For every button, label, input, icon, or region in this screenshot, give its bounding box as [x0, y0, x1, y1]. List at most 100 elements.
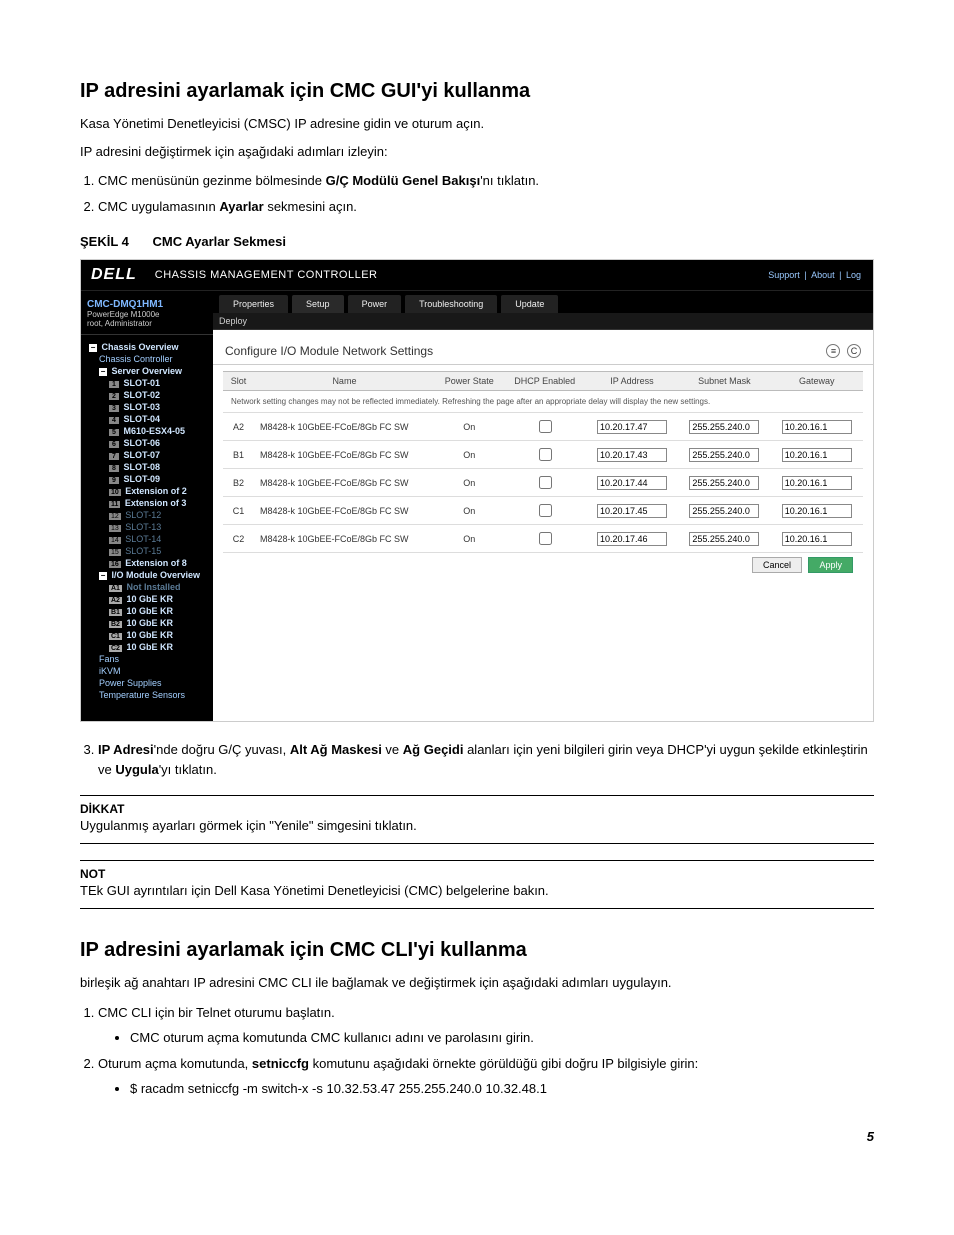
- tab-update[interactable]: Update: [501, 295, 558, 313]
- ip-input[interactable]: [597, 448, 667, 462]
- tree-io-B2[interactable]: B2 10 GbE KR: [85, 617, 213, 629]
- tree-slot-3[interactable]: 3 SLOT-03: [85, 401, 213, 413]
- tree-ikvm[interactable]: iKVM: [85, 665, 213, 677]
- tree-slot-6[interactable]: 6 SLOT-06: [85, 437, 213, 449]
- link-support[interactable]: Support: [768, 270, 800, 280]
- cli-intro: birleşik ağ anahtarı IP adresini CMC CLI…: [80, 974, 874, 992]
- mask-input[interactable]: [689, 448, 759, 462]
- dhcp-checkbox[interactable]: [539, 420, 552, 433]
- intro-p2: IP adresini değiştirmek için aşağıdaki a…: [80, 143, 874, 161]
- col-subnet-mask: Subnet Mask: [678, 372, 770, 391]
- cell-slot: B1: [223, 441, 254, 469]
- subtab-deploy[interactable]: Deploy: [219, 316, 247, 326]
- cell-name: M8428-k 10GbEE-FCoE/8Gb FC SW: [254, 525, 435, 553]
- tree-io-C2[interactable]: C2 10 GbE KR: [85, 641, 213, 653]
- tree-slot-16[interactable]: 16 Extension of 8: [85, 557, 213, 569]
- cell-name: M8428-k 10GbEE-FCoE/8Gb FC SW: [254, 441, 435, 469]
- gateway-input[interactable]: [782, 504, 852, 518]
- tree-io-B1[interactable]: B1 10 GbE KR: [85, 605, 213, 617]
- tab-properties[interactable]: Properties: [219, 295, 288, 313]
- tree-io-A2[interactable]: A2 10 GbE KR: [85, 593, 213, 605]
- cell-slot: C2: [223, 525, 254, 553]
- link-about[interactable]: About: [811, 270, 835, 280]
- dhcp-checkbox[interactable]: [539, 476, 552, 489]
- cli-steps: CMC CLI için bir Telnet oturumu başlatın…: [98, 1003, 874, 1099]
- mask-input[interactable]: [689, 420, 759, 434]
- tree-fans[interactable]: Fans: [85, 653, 213, 665]
- tree-slot-1[interactable]: 1 SLOT-01: [85, 377, 213, 389]
- dikkat-label: DİKKAT: [80, 802, 874, 816]
- link-log[interactable]: Log: [846, 270, 861, 280]
- sidebar: CMC-DMQ1HM1 PowerEdge M1000e root, Admin…: [81, 291, 213, 721]
- tab-troubleshooting[interactable]: Troubleshooting: [405, 295, 497, 313]
- cell-dhcp: [504, 413, 586, 441]
- mask-input[interactable]: [689, 532, 759, 546]
- tree-io-overview[interactable]: − I/O Module Overview: [85, 569, 213, 581]
- cli-cmd: $ racadm setniccfg -m switch-x -s 10.32.…: [130, 1079, 874, 1099]
- dikkat-text: Uygulanmış ayarları görmek için "Yenile"…: [80, 818, 874, 833]
- nav-tree: − Chassis OverviewChassis Controller− Se…: [81, 341, 213, 701]
- dhcp-checkbox[interactable]: [539, 532, 552, 545]
- tree-temperature-sensors[interactable]: Temperature Sensors: [85, 689, 213, 701]
- ip-input[interactable]: [597, 504, 667, 518]
- tree-server-overview[interactable]: − Server Overview: [85, 365, 213, 377]
- tree-slot-12[interactable]: 12 SLOT-12: [85, 509, 213, 521]
- ip-input[interactable]: [597, 532, 667, 546]
- tree-slot-5[interactable]: 5 M610-ESX4-05: [85, 425, 213, 437]
- cli-step-1b: CMC oturum açma komutunda CMC kullanıcı …: [130, 1028, 874, 1048]
- tree-io-A1[interactable]: A1 Not Installed: [85, 581, 213, 593]
- heading-gui: IP adresini ayarlamak için CMC GUI'yi ku…: [80, 80, 874, 103]
- cancel-button[interactable]: Cancel: [752, 557, 802, 573]
- tab-power[interactable]: Power: [348, 295, 402, 313]
- cell-dhcp: [504, 497, 586, 525]
- cell-dhcp: [504, 441, 586, 469]
- cell-ps: On: [435, 497, 504, 525]
- not-text: TEk GUI ayrıntıları için Dell Kasa Yönet…: [80, 883, 874, 898]
- tree-io-C1[interactable]: C1 10 GbE KR: [85, 629, 213, 641]
- header-links: Support | About | Log: [766, 270, 863, 280]
- cell-dhcp: [504, 525, 586, 553]
- gateway-input[interactable]: [782, 476, 852, 490]
- dhcp-checkbox[interactable]: [539, 504, 552, 517]
- tree-slot-11[interactable]: 11 Extension of 3: [85, 497, 213, 509]
- content-area: PropertiesSetupPowerTroubleshootingUpdat…: [213, 291, 873, 721]
- mask-input[interactable]: [689, 476, 759, 490]
- chassis-model: PowerEdge M1000e: [87, 310, 207, 319]
- tree-slot-4[interactable]: 4 SLOT-04: [85, 413, 213, 425]
- cell-ps: On: [435, 525, 504, 553]
- tree-slot-14[interactable]: 14 SLOT-14: [85, 533, 213, 545]
- tree-chassis-controller[interactable]: Chassis Controller: [85, 353, 213, 365]
- refresh-icon[interactable]: C: [847, 344, 861, 358]
- dhcp-checkbox[interactable]: [539, 448, 552, 461]
- gateway-input[interactable]: [782, 448, 852, 462]
- tab-setup[interactable]: Setup: [292, 295, 344, 313]
- ip-input[interactable]: [597, 420, 667, 434]
- col-dhcp-enabled: DHCP Enabled: [504, 372, 586, 391]
- tree-slot-13[interactable]: 13 SLOT-13: [85, 521, 213, 533]
- cell-gw: [771, 469, 863, 497]
- col-power-state: Power State: [435, 372, 504, 391]
- mask-input[interactable]: [689, 504, 759, 518]
- cell-ps: On: [435, 441, 504, 469]
- tree-slot-8[interactable]: 8 SLOT-08: [85, 461, 213, 473]
- tree-slot-9[interactable]: 9 SLOT-09: [85, 473, 213, 485]
- tree-slot-2[interactable]: 2 SLOT-02: [85, 389, 213, 401]
- ip-input[interactable]: [597, 476, 667, 490]
- cell-name: M8428-k 10GbEE-FCoE/8Gb FC SW: [254, 413, 435, 441]
- print-icon[interactable]: ≡: [826, 344, 840, 358]
- tree-power-supplies[interactable]: Power Supplies: [85, 677, 213, 689]
- subtabs-row: Deploy: [213, 313, 873, 330]
- gateway-input[interactable]: [782, 420, 852, 434]
- gateway-input[interactable]: [782, 532, 852, 546]
- tree-slot-7[interactable]: 7 SLOT-07: [85, 449, 213, 461]
- figure-label: ŞEKİL 4 CMC Ayarlar Sekmesi: [80, 234, 874, 249]
- tree-slot-10[interactable]: 10 Extension of 2: [85, 485, 213, 497]
- intro-p1: Kasa Yönetimi Denetleyicisi (CMSC) IP ad…: [80, 115, 874, 133]
- sidebar-user-box: CMC-DMQ1HM1 PowerEdge M1000e root, Admin…: [81, 295, 213, 335]
- user-role: root, Administrator: [87, 319, 207, 328]
- cell-gw: [771, 525, 863, 553]
- dell-logo: DELL: [91, 266, 137, 284]
- tree-slot-15[interactable]: 15 SLOT-15: [85, 545, 213, 557]
- tree-chassis-overview[interactable]: − Chassis Overview: [85, 341, 213, 353]
- apply-button[interactable]: Apply: [808, 557, 853, 573]
